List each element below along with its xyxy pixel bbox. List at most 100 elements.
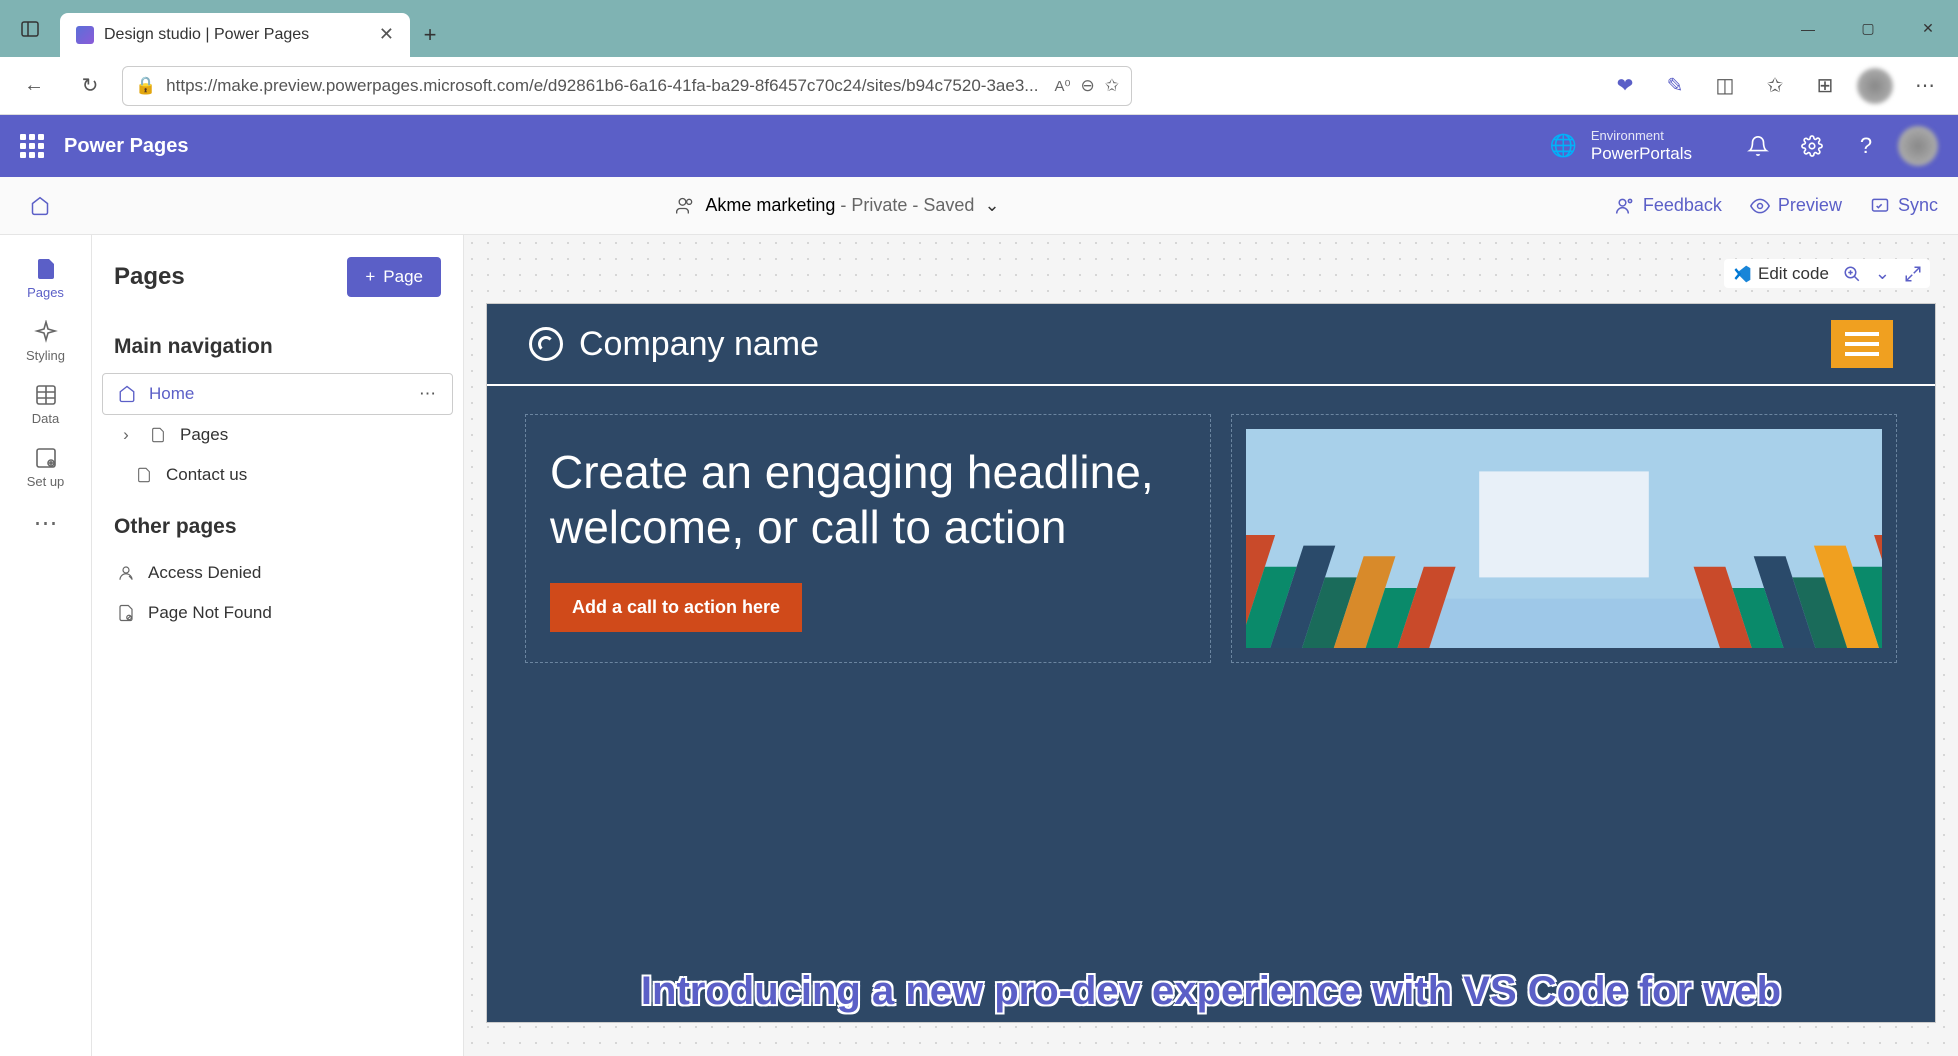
sync-label: Sync [1898,195,1938,216]
hero-section: Create an engaging headline, welcome, or… [487,386,1935,691]
rail-label: Styling [26,348,65,363]
app-header: Power Pages 🌐 Environment PowerPortals ? [0,115,1958,177]
pages-panel: Pages + Page Main navigation Home ⋯ › Pa… [92,235,464,1056]
environment-picker[interactable]: Environment PowerPortals [1591,128,1692,164]
nav-item-pages[interactable]: › Pages [102,415,453,455]
close-window-button[interactable]: ✕ [1898,7,1958,51]
reader-icon[interactable]: A⁰ [1054,77,1070,95]
site-picker[interactable]: Akme marketing - Private - Saved ⌄ [675,195,999,216]
chevron-down-icon: ⌄ [984,195,999,216]
globe-icon: 🌐 [1549,133,1576,159]
nav-item-access-denied[interactable]: Access Denied [102,553,453,593]
feedback-label: Feedback [1643,195,1722,216]
more-icon[interactable]: ⋯ [1902,63,1948,109]
add-page-label: Page [383,267,423,287]
lock-icon: 🔒 [135,76,156,96]
page-error-icon [116,604,136,622]
tab-actions-button[interactable] [0,0,60,57]
site-preview[interactable]: Company name Create an engaging headline… [486,303,1936,1023]
hero-image [1246,429,1882,648]
styling-icon [34,320,58,344]
nav-label: Home [149,384,194,404]
user-denied-icon [116,564,136,582]
profile-button[interactable] [1852,63,1898,109]
page-icon [134,467,154,483]
hamburger-menu[interactable] [1831,320,1893,368]
rail-item-data[interactable]: Data [10,373,82,436]
rail-item-more[interactable]: ⋯ [10,499,82,548]
favorite-icon[interactable]: ✩ [1105,76,1119,96]
preview-label: Preview [1778,195,1842,216]
canvas-toolbar: Edit code ⌄ [1724,259,1930,288]
rail-item-styling[interactable]: Styling [10,310,82,373]
favicon-icon [76,26,94,44]
product-name: Power Pages [64,135,189,158]
home-icon[interactable] [20,186,60,226]
window-controls: — ▢ ✕ [1778,7,1958,51]
command-bar: Akme marketing - Private - Saved ⌄ Feedb… [0,177,1958,235]
nav-item-contact[interactable]: Contact us [102,455,453,495]
logo-icon [529,327,563,361]
plus-icon: + [365,267,375,287]
maximize-button[interactable]: ▢ [1838,7,1898,51]
vscode-icon [1732,264,1752,284]
design-canvas: Edit code ⌄ Company name Create an engag… [464,235,1958,1056]
nav-label: Access Denied [148,563,261,583]
edit-code-label: Edit code [1758,264,1829,284]
tab-title: Design studio | Power Pages [104,26,369,44]
zoom-in-icon[interactable] [1843,265,1861,283]
home-icon [117,385,137,403]
hero-image-block[interactable] [1231,414,1897,663]
workspace: Pages Styling Data Set up ⋯ Pages [0,235,1958,1056]
notifications-icon[interactable] [1736,124,1780,168]
browser-tab[interactable]: Design studio | Power Pages ✕ [60,13,410,57]
left-rail: Pages Styling Data Set up ⋯ [0,235,92,1056]
section-other-pages: Other pages [92,495,463,553]
site-status: - Private - Saved [835,195,974,215]
chevron-right-icon[interactable]: › [116,425,136,445]
add-page-button[interactable]: + Page [347,257,441,297]
settings-icon[interactable] [1790,124,1834,168]
browser-titlebar: Design studio | Power Pages ✕ + — ▢ ✕ [0,0,1958,57]
new-tab-button[interactable]: + [410,13,450,57]
feedback-button[interactable]: Feedback [1615,195,1722,216]
env-name: PowerPortals [1591,144,1692,164]
help-icon[interactable]: ? [1844,124,1888,168]
user-avatar[interactable] [1898,126,1938,166]
hero-headline[interactable]: Create an engaging headline, welcome, or… [550,445,1186,555]
close-tab-icon[interactable]: ✕ [379,24,394,45]
zoom-out-icon[interactable]: ⊖ [1081,76,1095,96]
url-text: https://make.preview.powerpages.microsof… [166,76,1044,96]
section-main-nav: Main navigation [92,315,463,373]
edit-code-button[interactable]: Edit code [1732,264,1829,284]
nav-label: Contact us [166,465,247,485]
chevron-down-icon[interactable]: ⌄ [1875,263,1890,284]
company-name[interactable]: Company name [579,325,819,364]
sync-button[interactable]: Sync [1870,195,1938,216]
extensions-icon[interactable]: ◫ [1702,63,1748,109]
hero-text-block[interactable]: Create an engaging headline, welcome, or… [525,414,1211,663]
nav-item-not-found[interactable]: Page Not Found [102,593,453,633]
refresh-button[interactable]: ↻ [66,62,114,110]
cta-button[interactable]: Add a call to action here [550,583,802,632]
page-icon [148,427,168,443]
wishlist-icon[interactable]: ❤ [1602,63,1648,109]
rail-item-setup[interactable]: Set up [10,436,82,499]
favorites-icon[interactable]: ✩ [1752,63,1798,109]
expand-icon[interactable] [1904,265,1922,283]
app-launcher-icon[interactable] [20,134,44,158]
feather-icon[interactable]: ✎ [1652,63,1698,109]
back-button[interactable]: ← [10,62,58,110]
minimize-button[interactable]: — [1778,7,1838,51]
nav-label: Page Not Found [148,603,272,623]
item-more-icon[interactable]: ⋯ [419,384,438,404]
url-field[interactable]: 🔒 https://make.preview.powerpages.micros… [122,66,1132,106]
rail-label: Set up [27,474,65,489]
panel-title: Pages [114,263,185,291]
site-header: Company name [487,304,1935,386]
nav-item-home[interactable]: Home ⋯ [102,373,453,415]
collections-icon[interactable]: ⊞ [1802,63,1848,109]
preview-button[interactable]: Preview [1750,195,1842,216]
rail-item-pages[interactable]: Pages [10,247,82,310]
nav-label: Pages [180,425,228,445]
